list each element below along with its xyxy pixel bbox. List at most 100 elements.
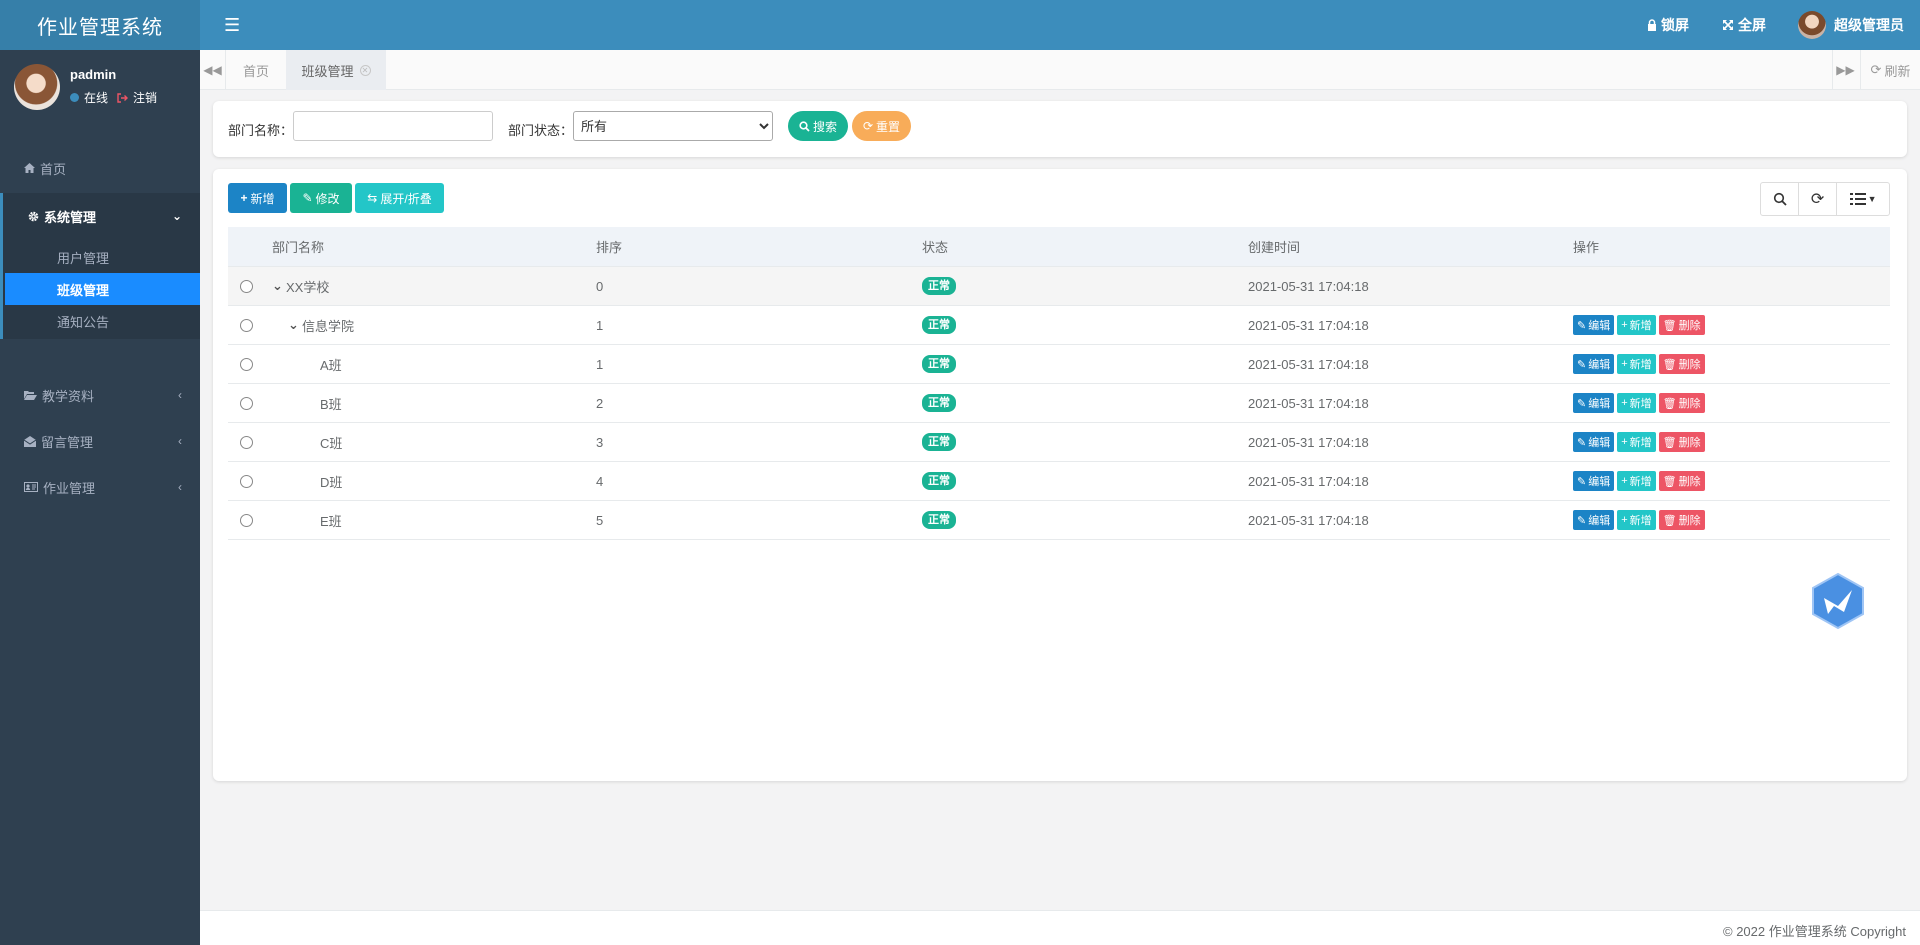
table-row[interactable]: B班 2 正常 2021-05-31 17:04:18 ✎ 编辑 + 新增 🗑 删除 xyxy=(228,384,1890,423)
dept-name-cell: E班 xyxy=(320,513,342,529)
search-button[interactable]: 搜索 xyxy=(788,111,848,141)
row-radio[interactable] xyxy=(240,474,253,488)
table-row[interactable]: A班 1 正常 2021-05-31 17:04:18 ✎ 编辑 + 新增 🗑 删除 xyxy=(228,345,1890,384)
top-navbar: ☰ 锁屏 全屏 超级管理员 xyxy=(200,0,1920,50)
dept-status-label: 部门状态： xyxy=(508,123,574,138)
row-radio[interactable] xyxy=(240,279,253,293)
row-edit-label: 编辑 xyxy=(1588,437,1611,449)
reset-button[interactable]: ⟳ 重置 xyxy=(852,111,911,141)
edit-icon: ✎ xyxy=(1577,514,1587,527)
row-edit-label: 编辑 xyxy=(1588,359,1611,371)
sidebar-item-label: 首页 xyxy=(40,161,67,177)
status-badge: 正常 xyxy=(922,316,956,334)
logout-link[interactable]: 注销 xyxy=(133,89,157,106)
row-delete-button[interactable]: 🗑 删除 xyxy=(1658,315,1705,335)
row-add-button[interactable]: + 新增 xyxy=(1617,510,1656,530)
dept-status-select[interactable]: 所有 xyxy=(573,111,773,141)
user-status: 在线 注销 xyxy=(70,89,157,106)
edit-icon: ✎ xyxy=(1577,319,1587,332)
lock-screen-button[interactable]: 锁屏 xyxy=(1647,0,1689,50)
row-edit-button[interactable]: ✎ 编辑 xyxy=(1573,393,1615,413)
table-row[interactable]: ⌄ XX学校 0 正常 2021-05-31 17:04:18 xyxy=(228,267,1890,306)
menu-toggle-icon[interactable]: ☰ xyxy=(224,15,240,35)
row-add-button[interactable]: + 新增 xyxy=(1617,315,1656,335)
footer: © 2022 作业管理系统 Copyright xyxy=(200,910,1920,945)
trash-icon: 🗑 xyxy=(1662,514,1677,527)
row-delete-button[interactable]: 🗑 删除 xyxy=(1658,393,1705,413)
fullscreen-button[interactable]: 全屏 xyxy=(1722,0,1766,50)
sidebar-item-messages[interactable]: 留言管理 ‹ xyxy=(0,420,200,462)
table-refresh-button[interactable]: ⟳ xyxy=(1799,183,1838,215)
tab-scroll-left-button[interactable]: ◀◀ xyxy=(200,50,226,90)
row-delete-label: 删除 xyxy=(1678,437,1701,449)
close-icon[interactable]: ✕ xyxy=(359,64,371,76)
trash-icon: 🗑 xyxy=(1662,319,1677,332)
online-dot-icon xyxy=(70,93,79,102)
created-time-cell: 2021-05-31 17:04:18 xyxy=(1248,512,1369,528)
tab-class-management[interactable]: 班级管理 ✕ xyxy=(286,50,386,90)
sidebar-item-system[interactable]: 系统管理 ⌄ xyxy=(0,193,200,239)
table-search-button[interactable] xyxy=(1761,183,1800,215)
edit-icon: ✎ xyxy=(1577,436,1587,449)
table-row[interactable]: D班 4 正常 2021-05-31 17:04:18 ✎ 编辑 + 新增 🗑 删除 xyxy=(228,462,1890,501)
edit-button[interactable]: ✎ 修改 xyxy=(290,183,352,213)
bird-logo-icon[interactable] xyxy=(1810,572,1866,630)
sidebar-item-users[interactable]: 用户管理 xyxy=(5,241,200,273)
sort-cell: 2 xyxy=(596,395,604,411)
row-edit-button[interactable]: ✎ 编辑 xyxy=(1573,432,1615,452)
home-icon xyxy=(24,163,35,173)
table-row[interactable]: C班 3 正常 2021-05-31 17:04:18 ✎ 编辑 + 新增 🗑 删除 xyxy=(228,423,1890,462)
expand-collapse-button[interactable]: ⇆ 展开/折叠 xyxy=(355,183,444,213)
row-edit-label: 编辑 xyxy=(1588,476,1611,488)
row-edit-button[interactable]: ✎ 编辑 xyxy=(1573,354,1615,374)
sidebar-item-home[interactable]: 首页 xyxy=(0,147,200,189)
status-badge: 正常 xyxy=(922,394,956,412)
sidebar-item-teaching[interactable]: 教学资料 ‹ xyxy=(0,374,200,416)
search-icon xyxy=(1773,192,1787,206)
tab-scroll-right-button[interactable]: ▶▶ xyxy=(1832,50,1858,90)
dept-name-input[interactable] xyxy=(293,111,493,141)
row-delete-button[interactable]: 🗑 删除 xyxy=(1658,354,1705,374)
row-edit-button[interactable]: ✎ 编辑 xyxy=(1573,471,1615,491)
row-add-button[interactable]: + 新增 xyxy=(1617,471,1656,491)
list-icon xyxy=(1849,193,1866,205)
table-row[interactable]: ⌄ 信息学院 1 正常 2021-05-31 17:04:18 ✎ 编辑 + 新增 🗑 删除 xyxy=(228,306,1890,345)
table-row[interactable]: E班 5 正常 2021-05-31 17:04:18 ✎ 编辑 + 新增 🗑 删除 xyxy=(228,501,1890,540)
chevron-down-icon[interactable]: ⌄ xyxy=(288,317,300,333)
row-add-label: 新增 xyxy=(1629,320,1652,332)
col-header-actions: 操作 xyxy=(1573,240,1600,255)
row-edit-button[interactable]: ✎ 编辑 xyxy=(1573,315,1615,335)
row-delete-button[interactable]: 🗑 删除 xyxy=(1658,510,1705,530)
row-add-button[interactable]: + 新增 xyxy=(1617,393,1656,413)
row-add-button[interactable]: + 新增 xyxy=(1617,432,1656,452)
sort-cell: 0 xyxy=(596,278,604,294)
caret-down-icon: ▼ xyxy=(1867,194,1877,204)
tab-label: 班级管理 xyxy=(301,63,354,79)
row-radio[interactable] xyxy=(240,435,253,449)
user-menu[interactable]: 超级管理员 xyxy=(1798,0,1904,50)
tab-refresh-button[interactable]: ⟳ 刷新 xyxy=(1860,50,1920,90)
row-add-label: 新增 xyxy=(1629,398,1652,410)
row-add-button[interactable]: + 新增 xyxy=(1617,354,1656,374)
chevron-down-icon: ⌄ xyxy=(171,209,182,223)
column-toggle-button[interactable]: ▼ xyxy=(1837,183,1889,215)
add-button[interactable]: + 新增 xyxy=(228,183,287,213)
status-badge: 正常 xyxy=(922,433,956,451)
row-radio[interactable] xyxy=(240,396,253,410)
row-edit-button[interactable]: ✎ 编辑 xyxy=(1573,510,1615,530)
chevron-down-icon[interactable]: ⌄ xyxy=(272,278,284,294)
sidebar-item-homework[interactable]: 作业管理 ‹ xyxy=(0,466,200,508)
sidebar-item-notices[interactable]: 通知公告 xyxy=(5,305,200,337)
edit-icon: ✎ xyxy=(1577,475,1587,488)
dept-name-cell: 信息学院 xyxy=(302,318,355,334)
sign-out-icon[interactable] xyxy=(117,92,129,103)
row-radio[interactable] xyxy=(240,513,253,527)
row-delete-button[interactable]: 🗑 删除 xyxy=(1658,432,1705,452)
row-delete-button[interactable]: 🗑 删除 xyxy=(1658,471,1705,491)
online-label: 在线 xyxy=(84,91,109,105)
row-radio[interactable] xyxy=(240,357,253,371)
app-logo-title: 作业管理系统 xyxy=(0,0,200,50)
sidebar-item-classes[interactable]: 班级管理 xyxy=(5,273,200,305)
tab-home[interactable]: 首页 xyxy=(226,50,286,90)
row-radio[interactable] xyxy=(240,318,253,332)
